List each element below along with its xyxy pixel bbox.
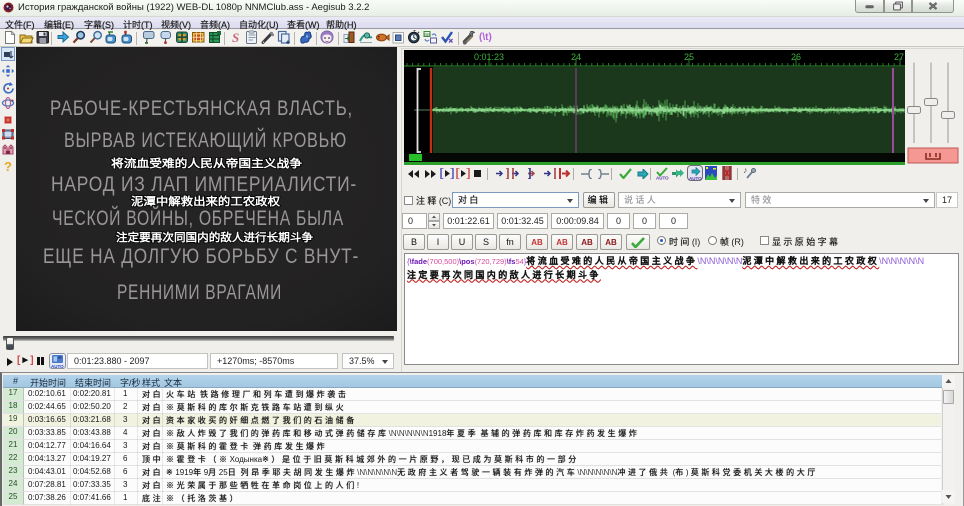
svg-text:将流血受难的人民从帝国主义战争: 将流血受难的人民从帝国主义战争 xyxy=(111,156,302,170)
svg-text:27: 27 xyxy=(894,52,904,62)
svg-text:AUTO: AUTO xyxy=(656,176,669,181)
svg-text:РЕННИМИ ВРАГАМИ: РЕННИМИ ВРАГАМИ xyxy=(117,280,282,304)
svg-text:泥潭中解救出来的工农政权: 泥潭中解救出来的工农政权 xyxy=(131,194,281,208)
svg-text:注定要再次同国内的敌人进行长期斗争: 注定要再次同国内的敌人进行长期斗争 xyxy=(116,230,313,244)
svg-text:ВЫРВАВ ИСТЕКАЮЩИЙ КРОВЬЮ: ВЫРВАВ ИСТЕКАЮЩИЙ КРОВЬЮ xyxy=(64,127,347,152)
svg-text:26: 26 xyxy=(791,52,801,62)
svg-text:0:01:23: 0:01:23 xyxy=(474,52,504,62)
svg-text:ЕЩЕ НА ДОЛГУЮ БОРЬБУ С ВНУТ-: ЕЩЕ НА ДОЛГУЮ БОРЬБУ С ВНУТ- xyxy=(43,244,359,268)
svg-text:ms: ms xyxy=(425,32,432,37)
svg-text:?: ? xyxy=(4,159,12,173)
svg-text:S: S xyxy=(232,30,239,45)
svg-text:НАРОД ИЗ ЛАП ИМПЕРИАЛИСТИ-: НАРОД ИЗ ЛАП ИМПЕРИАЛИСТИ- xyxy=(51,172,357,196)
svg-text:♪: ♪ xyxy=(743,165,748,175)
svg-text:ЧЕСКОЙ ВОЙНЫ, ОБРЕЧЕНА БЫЛА: ЧЕСКОЙ ВОЙНЫ, ОБРЕЧЕНА БЫЛА xyxy=(52,205,344,230)
svg-text:РАБОЧЕ-КРЕСТЬЯНСКАЯ ВЛАСТЬ,: РАБОЧЕ-КРЕСТЬЯНСКАЯ ВЛАСТЬ, xyxy=(50,96,353,120)
svg-text:25: 25 xyxy=(684,52,694,62)
svg-text:24: 24 xyxy=(571,52,581,62)
